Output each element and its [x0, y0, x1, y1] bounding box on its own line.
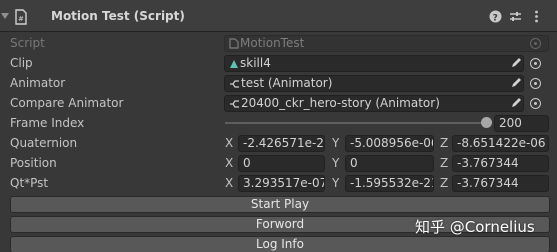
- qt-pst-y-field[interactable]: -1.595532e-21: [345, 175, 434, 192]
- axis-x-label: X: [225, 156, 234, 170]
- compare-animator-field[interactable]: 20400_ckr_hero-story (Animator): [224, 95, 524, 112]
- log-info-button[interactable]: Log Info: [10, 236, 550, 252]
- clip-field[interactable]: skill4: [224, 55, 524, 72]
- preset-icon[interactable]: [509, 10, 522, 23]
- script-icon: #: [15, 9, 27, 25]
- start-play-button[interactable]: Start Play: [10, 196, 550, 213]
- quaternion-y-field[interactable]: -5.008956e-06: [345, 135, 434, 152]
- quaternion-label: Quaternion: [10, 136, 78, 150]
- object-picker-icon[interactable]: [530, 78, 541, 89]
- object-picker-icon: [530, 38, 541, 49]
- frame-index-slider-track[interactable]: [225, 122, 487, 124]
- component-title: Motion Test (Script): [51, 9, 185, 23]
- object-picker-icon[interactable]: [530, 98, 541, 109]
- animator-icon: [230, 99, 239, 108]
- position-z-field[interactable]: -3.767344: [452, 155, 549, 172]
- animator-value: test (Animator): [241, 76, 333, 90]
- axis-y-label: Y: [332, 136, 340, 150]
- animator-field[interactable]: test (Animator): [224, 75, 524, 92]
- script-field: MotionTest: [224, 35, 549, 52]
- clip-value: skill4: [240, 56, 271, 70]
- compare-animator-label: Compare Animator: [10, 96, 124, 110]
- quaternion-z-field[interactable]: -8.651422e-06: [452, 135, 549, 152]
- pencil-icon[interactable]: [510, 57, 522, 69]
- axis-z-label: Z: [440, 156, 449, 170]
- script-icon: [229, 38, 239, 49]
- qt-pst-z-field[interactable]: -3.767344: [452, 175, 549, 192]
- axis-z-label: Z: [440, 176, 449, 190]
- quaternion-x-field[interactable]: -2.426571e-20: [238, 135, 325, 152]
- script-value: MotionTest: [240, 36, 305, 50]
- more-icon[interactable]: [530, 10, 543, 23]
- qt-pst-label: Qt*Pst: [10, 176, 49, 190]
- svg-text:#: #: [18, 15, 24, 23]
- position-x-field[interactable]: 0: [238, 155, 325, 172]
- axis-x-label: X: [225, 136, 234, 150]
- script-label: Script: [10, 36, 45, 50]
- clip-label: Clip: [10, 56, 33, 70]
- frame-index-label: Frame Index: [10, 116, 85, 130]
- help-icon[interactable]: ?: [489, 10, 502, 23]
- watermark: 知乎 @Cornelius: [415, 218, 535, 236]
- axis-x-label: X: [225, 176, 234, 190]
- svg-text:?: ?: [493, 14, 498, 24]
- axis-z-label: Z: [440, 136, 449, 150]
- pencil-icon[interactable]: [510, 77, 522, 89]
- qt-pst-x-field[interactable]: 3.293517e-07: [238, 175, 325, 192]
- animator-label: Animator: [10, 76, 66, 90]
- position-label: Position: [10, 156, 57, 170]
- axis-y-label: Y: [332, 176, 340, 190]
- animator-icon: [230, 79, 239, 88]
- position-y-field[interactable]: 0: [345, 155, 434, 172]
- compare-animator-value: 20400_ckr_hero-story (Animator): [241, 96, 440, 110]
- pencil-icon[interactable]: [510, 97, 522, 109]
- frame-index-field[interactable]: 200: [494, 115, 549, 132]
- component-header: # Motion Test (Script) ?: [0, 0, 557, 32]
- fold-arrow-icon[interactable]: [1, 13, 9, 19]
- object-picker-icon[interactable]: [530, 58, 541, 69]
- axis-y-label: Y: [332, 156, 340, 170]
- frame-index-slider-thumb[interactable]: [481, 117, 492, 128]
- animation-clip-icon: [230, 59, 238, 68]
